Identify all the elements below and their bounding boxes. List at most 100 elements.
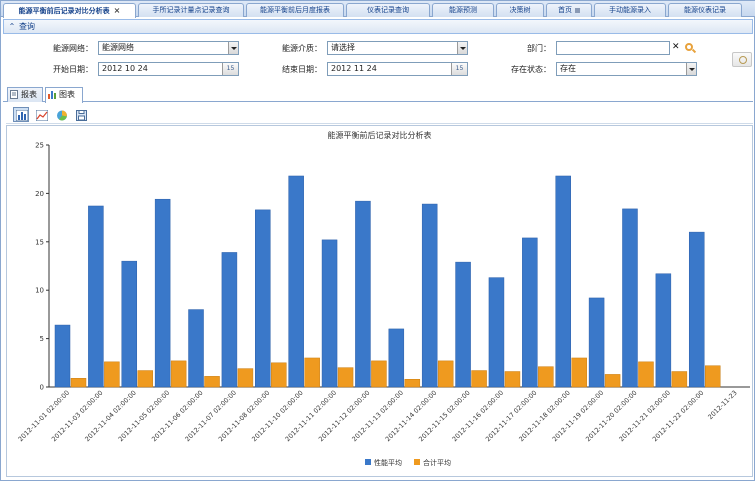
bar-series-2 (271, 362, 287, 388)
bar-series-1 (688, 231, 705, 388)
tab-energy-forecast[interactable]: 能源预测 (432, 3, 494, 17)
bar-series-2 (170, 360, 187, 388)
status-label: 存在状态： (511, 65, 551, 74)
query-panel-title: 查询 (19, 22, 35, 31)
y-tick-label: 5 (40, 335, 44, 343)
chart-title: 能源平衡前后记录对比分析表 (328, 130, 432, 140)
tab-monthly-report[interactable]: 能源平衡前后月度报表 (246, 3, 344, 17)
bar-chart-button[interactable] (13, 107, 29, 122)
start-date-label: 开始日期： (53, 65, 93, 74)
calendar-icon[interactable]: 15 (222, 63, 238, 75)
chevron-down-icon[interactable] (457, 42, 467, 54)
save-button[interactable] (73, 107, 89, 122)
tab-label: 能源预测 (449, 6, 477, 14)
tab-label: 能源仪表记录 (684, 6, 726, 14)
tab-chart[interactable]: 图表 (45, 87, 83, 103)
chart-icon (48, 91, 56, 99)
legend-swatch-series-2 (414, 459, 420, 465)
bar-series-1 (421, 203, 438, 388)
clear-icon[interactable]: ✕ (672, 41, 680, 53)
bar-series-1 (555, 175, 571, 388)
tab-manual-energy-entry[interactable]: 手动能源录入 (594, 3, 666, 17)
bar-series-2 (471, 370, 487, 388)
medium-select[interactable]: 请选择 (327, 41, 468, 55)
bar-series-1 (188, 309, 204, 388)
tab-meter-record-query[interactable]: 仪表记录查询 (346, 3, 430, 17)
end-date-value: 2012 11 24 (331, 64, 377, 73)
view-tabs: 报表 图表 (3, 85, 753, 103)
app-window: 能源平衡前后记录对比分析表 × 手所记录计量点记录查询 能源平衡前后月度报表 仪表… (0, 0, 755, 481)
bar-series-1 (255, 209, 271, 388)
bar-series-1 (154, 198, 171, 388)
lock-icon (575, 7, 580, 13)
bar-series-2 (671, 371, 688, 388)
bar-series-2 (304, 357, 320, 388)
y-tick-label: 0 (40, 384, 44, 392)
bar-series-1 (321, 239, 338, 388)
bar-series-2 (538, 366, 554, 388)
pie-chart-icon (57, 110, 67, 121)
bar-chart-icon (16, 110, 28, 121)
bar-series-2 (137, 370, 154, 388)
start-date-field[interactable]: 2012 10 24 15 (98, 62, 239, 76)
bar-series-2 (437, 360, 454, 388)
chart-toolbar (6, 105, 753, 124)
bar-series-2 (604, 374, 621, 388)
tab-manual-metering-records[interactable]: 手所记录计量点记录查询 (138, 3, 244, 17)
search-icon[interactable] (685, 43, 693, 51)
tab-label: 首页 (558, 6, 572, 14)
query-panel-header[interactable]: ⌃ 查询 (3, 19, 753, 34)
tab-label: 仪表记录查询 (367, 6, 409, 14)
bar-series-1 (488, 277, 505, 388)
bar-series-2 (704, 365, 721, 388)
end-date-label: 结束日期： (282, 65, 322, 74)
network-label: 能源网络： (53, 44, 93, 53)
line-chart-icon (36, 110, 48, 121)
close-icon[interactable]: × (114, 6, 121, 15)
bar-chart: 能源平衡前后记录对比分析表05101520252012-11-01 02:00:… (17, 130, 750, 467)
end-date-field[interactable]: 2012 11 24 15 (327, 62, 468, 76)
bar-series-2 (337, 367, 354, 388)
tab-strip: 能源平衡前后记录对比分析表 × 手所记录计量点记录查询 能源平衡前后月度报表 仪表… (1, 1, 755, 18)
x-tick-label: 2012-11-23 (706, 389, 738, 421)
collapse-icon[interactable]: ⌃ (7, 21, 17, 32)
tab-label: 手所记录计量点记录查询 (152, 6, 230, 14)
legend-swatch-series-1 (365, 459, 371, 465)
bar-series-1 (455, 261, 471, 388)
tab-decision-tree[interactable]: 决策树 (496, 3, 544, 17)
department-field[interactable] (556, 41, 670, 55)
bar-series-1 (121, 260, 138, 388)
bar-series-1 (522, 237, 538, 388)
bar-series-1 (288, 175, 304, 388)
legend-label-series-1: 性能平均 (374, 458, 402, 467)
bar-series-2 (638, 361, 654, 388)
tab-label: 决策树 (509, 6, 531, 14)
bar-series-2 (504, 371, 521, 388)
status-select[interactable]: 存在 (556, 62, 697, 76)
line-chart-button[interactable] (33, 107, 49, 122)
network-select[interactable]: 能源网络 (98, 41, 239, 55)
bar-series-2 (237, 368, 254, 388)
tab-label: 能源平衡前后记录对比分析表 (18, 7, 110, 15)
bar-series-2 (204, 376, 220, 388)
query-button[interactable] (732, 52, 752, 67)
calendar-icon[interactable]: 15 (451, 63, 467, 75)
tab-energy-meter-records[interactable]: 能源仪表记录 (668, 3, 742, 17)
y-tick-label: 20 (35, 190, 44, 198)
medium-select-value: 请选择 (331, 43, 355, 52)
bar-series-1 (622, 208, 638, 388)
tab-label: 能源平衡前后月度报表 (260, 6, 330, 14)
bar-series-1 (588, 297, 605, 388)
bar-series-2 (104, 361, 120, 388)
tab-home[interactable]: 首页 (546, 3, 592, 17)
medium-label: 能源介质： (282, 44, 322, 53)
y-tick-label: 15 (35, 238, 44, 246)
tab-energy-balance-compare[interactable]: 能源平衡前后记录对比分析表 × (3, 3, 136, 18)
tab-report[interactable]: 报表 (7, 87, 43, 102)
chevron-down-icon[interactable] (228, 42, 238, 54)
pie-chart-button[interactable] (53, 107, 69, 122)
department-label: 部门： (527, 44, 551, 53)
chart-panel: 能源平衡前后记录对比分析表 0 5 10 15 20 25 2012-11-01 02:00:… (6, 125, 753, 477)
chevron-down-icon[interactable] (686, 63, 696, 75)
y-tick-label: 10 (35, 287, 44, 295)
